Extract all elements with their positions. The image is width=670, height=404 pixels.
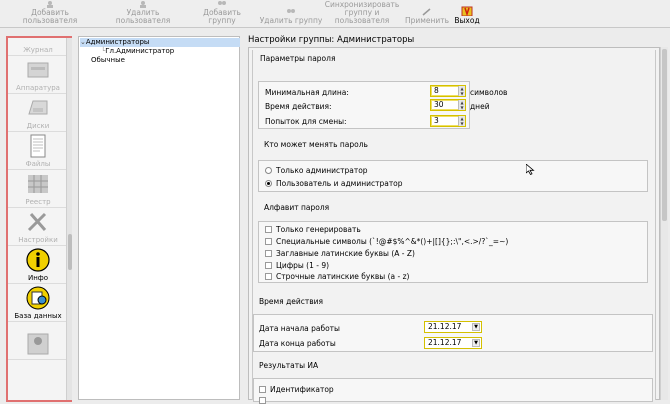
database-icon	[26, 286, 50, 310]
add-group-button[interactable]: Добавить группу	[190, 0, 254, 27]
files-icon	[30, 134, 46, 158]
validity-unit: дней	[470, 102, 490, 111]
group-tree: ⌄Администраторы └Гл.Администратор Обычны…	[78, 36, 240, 400]
radio-admin-only[interactable]	[265, 167, 272, 174]
chevron-down-icon[interactable]: ▼	[472, 339, 480, 347]
checkbox-special-chars-label: Специальные символы (`!@#$%^&*()+|[]{};:…	[276, 237, 509, 246]
delete-user-icon	[140, 1, 146, 8]
min-length-input[interactable]: 8 ▲ ▼	[430, 85, 466, 97]
checkbox-special-chars[interactable]	[265, 238, 272, 245]
end-date-select[interactable]: 21.12.17 ▼	[424, 337, 482, 349]
radio-admin-only-label: Только администратор	[276, 166, 368, 175]
settings-icon	[27, 212, 47, 232]
checkbox-lower-latin[interactable]	[265, 273, 272, 280]
exit-button[interactable]: Выход	[452, 0, 482, 27]
info-icon	[26, 248, 50, 272]
mouse-cursor-icon	[526, 164, 535, 175]
checkbox-upper-latin-label: Заглавные латинские буквы (A - Z)	[276, 249, 415, 258]
checkbox-generate-only[interactable]	[265, 226, 272, 233]
add-user-icon	[47, 1, 53, 8]
checkbox-upper-latin[interactable]	[265, 250, 272, 257]
add-group-icon	[218, 1, 226, 5]
hardware-icon	[27, 62, 49, 78]
tree-item-chief-admin[interactable]: └Гл.Администратор	[101, 47, 174, 56]
nav-item-registry[interactable]: Реестр	[8, 170, 68, 208]
delete-group-button[interactable]: Удалить группу	[258, 0, 324, 27]
sync-button[interactable]: Синхронизировать группу и пользователя	[325, 0, 400, 27]
start-date-select[interactable]: 21.12.17 ▼	[424, 321, 482, 333]
nav-item-settings[interactable]: Настройки	[8, 208, 68, 246]
spin-arrows-icon[interactable]: ▲ ▼	[458, 100, 465, 110]
left-nav-scrollbar[interactable]	[66, 38, 72, 400]
checkbox-digits[interactable]	[265, 262, 272, 269]
chevron-down-icon[interactable]: ▼	[472, 323, 480, 331]
exit-icon	[461, 6, 473, 16]
checkbox-lower-latin-label: Строчные латинские буквы (a - z)	[276, 272, 410, 281]
validity-label: Время действия:	[265, 102, 332, 111]
settings-scroll-thumb[interactable]	[662, 49, 667, 221]
registry-icon	[28, 175, 48, 193]
spin-arrows-icon[interactable]: ▲ ▼	[458, 86, 465, 96]
panel-title: Настройки группы: Администраторы	[248, 35, 415, 45]
nav-item-hardware[interactable]: Аппаратура	[8, 56, 68, 94]
nav-item-database[interactable]: База данных	[8, 284, 68, 322]
nav-item-users[interactable]	[8, 322, 68, 360]
delete-group-icon	[287, 9, 295, 13]
apply-icon	[422, 8, 431, 16]
settings-scrollbar[interactable]	[660, 47, 668, 400]
nav-item-disks[interactable]: Диски	[8, 94, 68, 132]
min-length-unit: символов	[470, 88, 508, 97]
checkbox-digits-label: Цифры (1 - 9)	[276, 261, 330, 270]
checkbox-next[interactable]	[259, 397, 266, 404]
toolbar: Добавить пользователя Удалить пользовате…	[0, 0, 670, 28]
user-icon	[27, 333, 49, 355]
password-params-heading: Параметры пароля	[260, 54, 336, 63]
left-nav-panel: Журнал Аппаратура Диски Файлы Реестр Нас…	[6, 36, 72, 402]
end-date-label: Дата конца работы	[259, 339, 336, 348]
start-date-label: Дата начала работы	[259, 324, 340, 333]
nav-item-files[interactable]: Файлы	[8, 132, 68, 170]
radio-user-and-admin[interactable]	[265, 180, 272, 187]
left-nav-scroll-thumb[interactable]	[68, 234, 72, 270]
validity-input[interactable]: 30 ▲ ▼	[430, 99, 466, 111]
work-time-heading: Время действия	[259, 297, 324, 306]
checkbox-identifier[interactable]	[259, 386, 266, 393]
checkbox-identifier-label: Идентификатор	[270, 385, 334, 394]
delete-user-button[interactable]: Удалить пользователя	[100, 0, 186, 27]
spin-arrows-icon[interactable]: ▲ ▼	[458, 116, 465, 126]
checkbox-generate-only-label: Только генерировать	[276, 225, 361, 234]
nav-item-journal[interactable]: Журнал	[8, 38, 68, 56]
apply-button[interactable]: Применить	[404, 0, 450, 27]
attempts-label: Попыток для смены:	[265, 117, 347, 126]
ia-results-heading: Результаты ИА	[259, 361, 319, 370]
tree-item-regular[interactable]: Обычные	[91, 56, 125, 65]
attempts-input[interactable]: 3 ▲ ▼	[430, 115, 466, 127]
add-user-button[interactable]: Добавить пользователя	[4, 0, 96, 27]
disk-icon	[28, 100, 48, 115]
nav-item-info[interactable]: Инфо	[8, 246, 68, 284]
who-changes-heading: Кто может менять пароль	[264, 140, 368, 149]
alphabet-heading: Алфавит пароля	[264, 203, 330, 212]
tree-item-administrators[interactable]: ⌄Администраторы	[80, 38, 240, 47]
radio-user-and-admin-label: Пользователь и администратор	[276, 179, 403, 188]
min-length-label: Минимальная длина:	[265, 88, 349, 97]
